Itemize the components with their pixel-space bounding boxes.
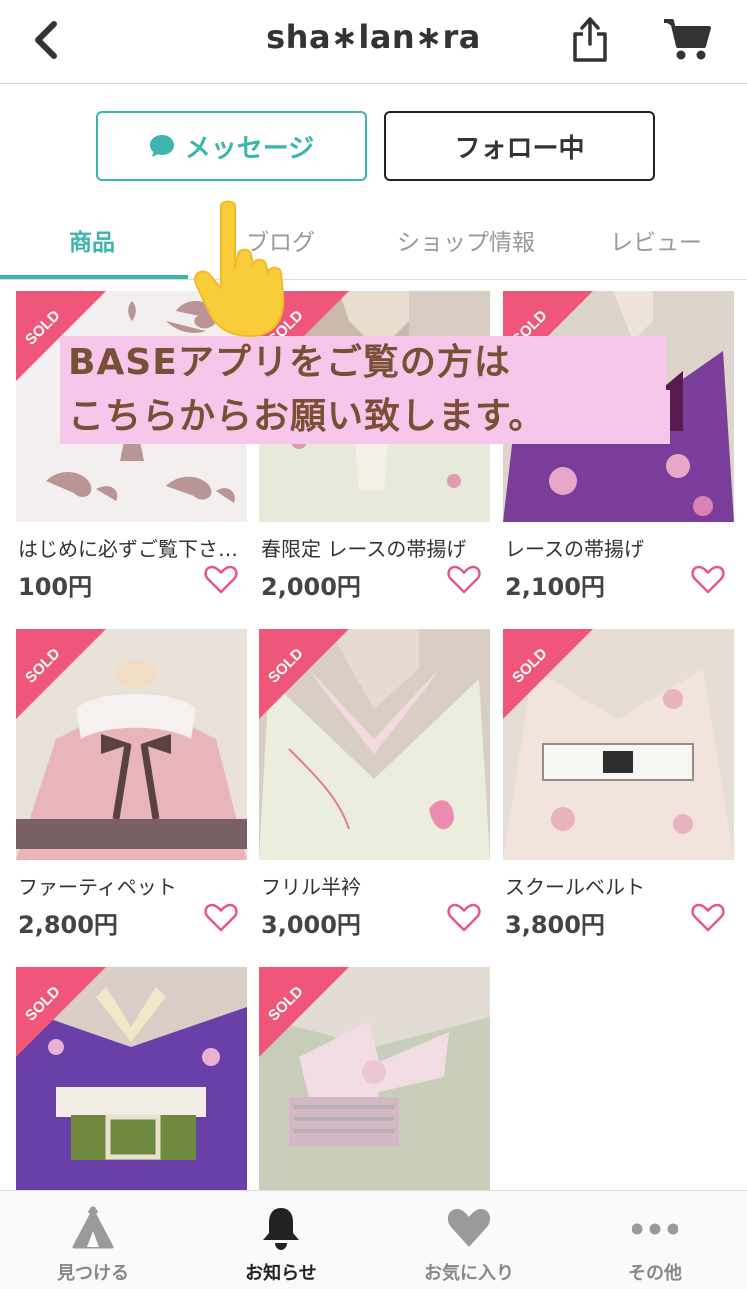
product-name[interactable]: レースの帯揚げ [505, 533, 733, 562]
tab-products[interactable]: 商品 [69, 223, 115, 257]
more-dots-icon [632, 1223, 678, 1235]
nav-favorites[interactable]: お気に入り [376, 1191, 562, 1289]
favorite-heart-icon[interactable] [447, 903, 481, 933]
product-price: 2,800円 [18, 911, 118, 939]
shop-tabs: 商品 ブログ ショップ情報 レビュー [0, 205, 747, 280]
app-header: sha∗lan∗ra [0, 0, 747, 84]
favorite-heart-icon[interactable] [204, 903, 238, 933]
nav-more[interactable]: その他 [562, 1191, 747, 1289]
banner-line-2: こちらからお願い致します。 [60, 390, 670, 444]
product-image[interactable]: SOLD [16, 629, 247, 860]
product-card[interactable]: SOLD ファーティペット 2,800円 [16, 629, 247, 939]
product-price: 100円 [18, 573, 93, 601]
bottom-navigation: 見つける お知らせ お気に入り その他 [0, 1190, 747, 1289]
message-button[interactable]: メッセージ [96, 111, 367, 181]
product-price: 2,100円 [505, 573, 605, 601]
product-name[interactable]: フリル半衿 [261, 871, 489, 900]
favorite-heart-icon[interactable] [204, 565, 238, 595]
chat-bubble-icon [149, 135, 174, 157]
product-card[interactable]: SOLD [16, 967, 247, 1198]
nav-notifications[interactable]: お知らせ [188, 1191, 374, 1289]
product-price: 3,800円 [505, 911, 605, 939]
heart-icon [447, 1209, 491, 1247]
product-card[interactable]: SOLD フリル半衿 3,000円 [259, 629, 490, 939]
follow-button[interactable]: フォロー中 [384, 111, 655, 181]
favorite-heart-icon[interactable] [691, 903, 725, 933]
favorite-heart-icon[interactable] [447, 565, 481, 595]
share-icon[interactable] [570, 14, 610, 64]
nav-label: お気に入り [424, 1263, 514, 1284]
shop-name: sha∗lan∗ra [266, 18, 481, 56]
nav-discover[interactable]: 見つける [0, 1191, 186, 1289]
pointing-hand-icon [194, 200, 285, 338]
banner-line-1: BASEアプリをご覧の方は [60, 336, 666, 390]
nav-label: その他 [628, 1263, 682, 1284]
product-image[interactable]: SOLD [259, 629, 490, 860]
follow-button-label: フォロー中 [454, 133, 585, 164]
product-card[interactable]: SOLD [259, 967, 490, 1198]
app-notice-banner: BASEアプリをご覧の方は こちらからお願い致します。 [60, 336, 670, 444]
product-card[interactable]: SOLD スクールベルト 3,800円 [503, 629, 734, 939]
product-name[interactable]: はじめに必ずご覧下さ… [18, 533, 246, 562]
nav-label: お知らせ [245, 1263, 317, 1284]
tab-reviews[interactable]: レビュー [610, 223, 702, 257]
bell-icon [263, 1208, 299, 1250]
product-name[interactable]: 春限定 レースの帯揚げ [261, 533, 489, 562]
product-image[interactable]: SOLD [16, 967, 247, 1198]
sold-ribbon: SOLD [16, 629, 112, 725]
cart-icon[interactable] [662, 16, 712, 62]
active-tab-indicator [0, 275, 188, 279]
product-image[interactable]: SOLD [259, 967, 490, 1198]
message-button-label: メッセージ [184, 133, 315, 164]
product-price: 3,000円 [261, 911, 361, 939]
nav-label: 見つける [57, 1263, 129, 1284]
sold-ribbon: SOLD [259, 629, 355, 725]
product-name[interactable]: ファーティペット [18, 871, 246, 900]
tab-shop-info[interactable]: ショップ情報 [397, 223, 535, 257]
favorite-heart-icon[interactable] [691, 565, 725, 595]
tent-icon [72, 1206, 114, 1249]
sold-ribbon: SOLD [503, 629, 599, 725]
sold-ribbon: SOLD [16, 967, 112, 1063]
sold-ribbon: SOLD [259, 967, 355, 1063]
product-name[interactable]: スクールベルト [505, 871, 733, 900]
product-image[interactable]: SOLD [503, 629, 734, 860]
product-price: 2,000円 [261, 573, 361, 601]
